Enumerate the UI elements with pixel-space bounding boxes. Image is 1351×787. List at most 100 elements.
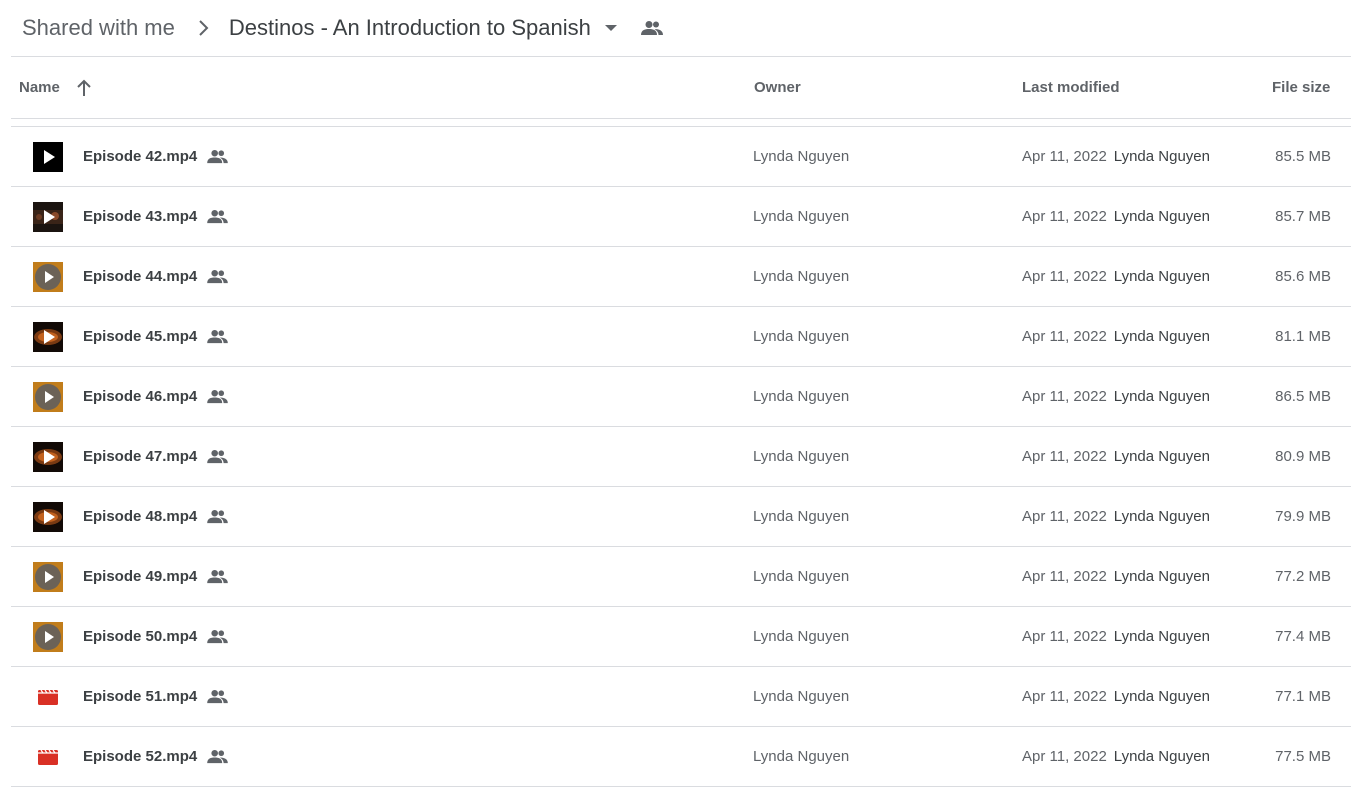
arrow-drop-down-icon[interactable] (601, 18, 621, 38)
people-icon (207, 689, 229, 704)
file-row[interactable]: Episode 48.mp4 Lynda Nguyen Apr 11, 2022 Ly… (11, 487, 1351, 547)
column-owner: Owner (754, 79, 801, 96)
people-icon (207, 449, 229, 464)
modified-by: Lynda Nguyen (1113, 748, 1210, 765)
file-row[interactable]: Episode 49.mp4 Lynda Nguyen Apr 11, 2022 Ly… (11, 547, 1351, 607)
file-owner: Lynda Nguyen (753, 328, 850, 345)
file-last-modified: Apr 11, 2022 Lynda Nguyen (1022, 547, 1210, 606)
breadcrumb-current-folder[interactable]: Destinos - An Introduction to Spanish (229, 15, 591, 41)
modified-date: Apr 11, 2022 (1022, 748, 1107, 765)
video-thumbnail (33, 442, 63, 472)
modified-by: Lynda Nguyen (1113, 208, 1210, 225)
file-row[interactable]: Episode 46.mp4 Lynda Nguyen Apr 11, 2022 Ly… (11, 367, 1351, 427)
file-owner: Lynda Nguyen (753, 628, 850, 645)
divider (11, 118, 1351, 119)
people-icon (207, 629, 229, 644)
file-last-modified: Apr 11, 2022 Lynda Nguyen (1022, 307, 1210, 366)
file-row[interactable]: Episode 47.mp4 Lynda Nguyen Apr 11, 2022 Ly… (11, 427, 1351, 487)
column-name-label: Name (19, 79, 60, 96)
file-name: Episode 51.mp4 (83, 688, 198, 705)
file-row[interactable]: Episode 44.mp4 Lynda Nguyen Apr 11, 2022 Ly… (11, 247, 1351, 307)
file-last-modified: Apr 11, 2022 Lynda Nguyen (1022, 367, 1210, 426)
file-last-modified: Apr 11, 2022 Lynda Nguyen (1022, 667, 1210, 726)
people-icon (207, 749, 229, 764)
people-icon (640, 20, 663, 36)
file-name: Episode 46.mp4 (83, 388, 198, 405)
modified-date: Apr 11, 2022 (1022, 448, 1107, 465)
file-name-cell: Episode 48.mp4 (83, 487, 229, 546)
file-owner: Lynda Nguyen (753, 448, 850, 465)
file-row[interactable]: Episode 51.mp4 Lynda Nguyen Apr 11, 2022 Ly… (11, 667, 1351, 727)
modified-date: Apr 11, 2022 (1022, 148, 1107, 165)
file-name-cell: Episode 46.mp4 (83, 367, 229, 426)
modified-date: Apr 11, 2022 (1022, 568, 1107, 585)
file-size: 85.5 MB (1275, 148, 1331, 165)
people-icon (207, 569, 229, 584)
file-row[interactable]: Episode 43.mp4 Lynda Nguyen Apr 11, 2022 Ly… (11, 187, 1351, 247)
file-owner: Lynda Nguyen (753, 148, 850, 165)
file-name-cell: Episode 42.mp4 (83, 127, 229, 186)
modified-date: Apr 11, 2022 (1022, 628, 1107, 645)
file-name-cell: Episode 43.mp4 (83, 187, 229, 246)
file-size: 85.7 MB (1275, 208, 1331, 225)
file-owner: Lynda Nguyen (753, 748, 850, 765)
file-name: Episode 50.mp4 (83, 628, 198, 645)
file-size: 77.4 MB (1275, 628, 1331, 645)
file-name-cell: Episode 50.mp4 (83, 607, 229, 666)
breadcrumb: Shared with me Destinos - An Introductio… (22, 0, 1351, 56)
file-last-modified: Apr 11, 2022 Lynda Nguyen (1022, 607, 1210, 666)
file-owner: Lynda Nguyen (753, 688, 850, 705)
column-last-modified[interactable]: Last modified (1022, 57, 1120, 118)
file-owner: Lynda Nguyen (753, 568, 850, 585)
video-file-icon (33, 742, 63, 772)
file-list: Episode 42.mp4 Lynda Nguyen Apr 11, 2022 Ly… (11, 127, 1351, 787)
video-thumbnail (33, 622, 63, 652)
file-row[interactable]: Episode 50.mp4 Lynda Nguyen Apr 11, 2022 Ly… (11, 607, 1351, 667)
modified-date: Apr 11, 2022 (1022, 688, 1107, 705)
modified-by: Lynda Nguyen (1113, 328, 1210, 345)
file-name-cell: Episode 44.mp4 (83, 247, 229, 306)
file-size: 85.6 MB (1275, 268, 1331, 285)
file-name: Episode 42.mp4 (83, 148, 198, 165)
file-row[interactable]: Episode 42.mp4 Lynda Nguyen Apr 11, 2022 Ly… (11, 127, 1351, 187)
people-icon (207, 509, 229, 524)
file-owner: Lynda Nguyen (753, 208, 850, 225)
modified-by: Lynda Nguyen (1113, 268, 1210, 285)
file-last-modified: Apr 11, 2022 Lynda Nguyen (1022, 127, 1210, 186)
column-name[interactable]: Name (19, 57, 92, 118)
breadcrumb-shared-with-me[interactable]: Shared with me (22, 15, 175, 41)
column-header: Name Owner Last modified File size (11, 57, 1351, 118)
modified-date: Apr 11, 2022 (1022, 268, 1107, 285)
people-icon (207, 269, 229, 284)
modified-date: Apr 11, 2022 (1022, 328, 1107, 345)
video-thumbnail (33, 202, 63, 232)
file-size: 86.5 MB (1275, 388, 1331, 405)
file-size: 79.9 MB (1275, 508, 1331, 525)
file-last-modified: Apr 11, 2022 Lynda Nguyen (1022, 187, 1210, 246)
file-size: 80.9 MB (1275, 448, 1331, 465)
modified-date: Apr 11, 2022 (1022, 208, 1107, 225)
people-icon (207, 389, 229, 404)
people-icon (207, 329, 229, 344)
video-file-icon (33, 682, 63, 712)
modified-by: Lynda Nguyen (1113, 388, 1210, 405)
file-owner: Lynda Nguyen (753, 388, 850, 405)
video-thumbnail (33, 502, 63, 532)
file-last-modified: Apr 11, 2022 Lynda Nguyen (1022, 727, 1210, 786)
file-last-modified: Apr 11, 2022 Lynda Nguyen (1022, 247, 1210, 306)
file-name: Episode 52.mp4 (83, 748, 198, 765)
modified-by: Lynda Nguyen (1113, 448, 1210, 465)
video-thumbnail (33, 142, 63, 172)
file-name: Episode 44.mp4 (83, 268, 198, 285)
file-row[interactable]: Episode 52.mp4 Lynda Nguyen Apr 11, 2022 Ly… (11, 727, 1351, 787)
file-last-modified: Apr 11, 2022 Lynda Nguyen (1022, 487, 1210, 546)
file-name: Episode 43.mp4 (83, 208, 198, 225)
file-name: Episode 47.mp4 (83, 448, 198, 465)
people-icon (207, 149, 229, 164)
modified-by: Lynda Nguyen (1113, 628, 1210, 645)
arrow-up-icon[interactable] (76, 79, 92, 97)
modified-date: Apr 11, 2022 (1022, 388, 1107, 405)
video-thumbnail (33, 562, 63, 592)
file-size: 77.1 MB (1275, 688, 1331, 705)
file-row[interactable]: Episode 45.mp4 Lynda Nguyen Apr 11, 2022 Ly… (11, 307, 1351, 367)
